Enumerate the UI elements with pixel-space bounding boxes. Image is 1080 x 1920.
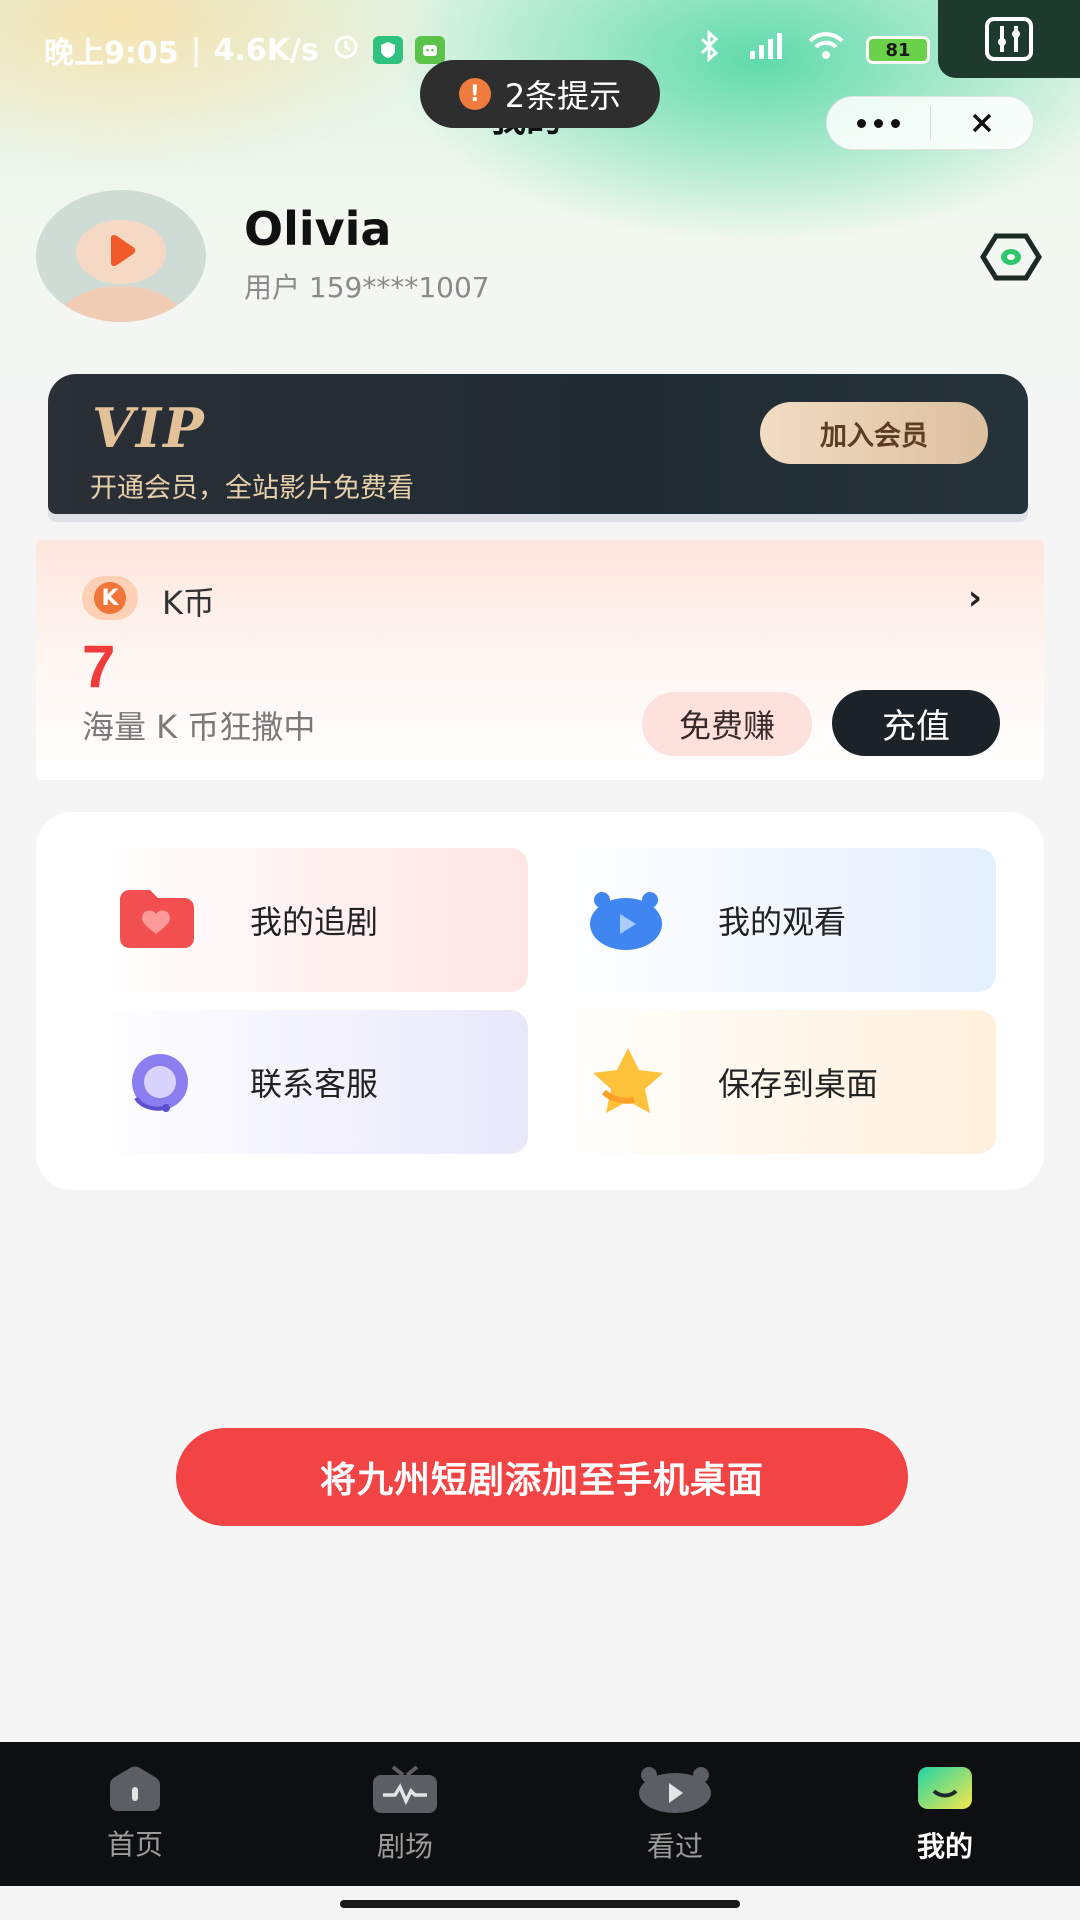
feature-save-desktop[interactable]: 保存到桌面 <box>550 1010 996 1154</box>
battery-indicator: 81 <box>866 36 930 64</box>
more-dots-icon <box>856 118 900 128</box>
username: Olivia <box>244 202 392 256</box>
star-icon <box>593 1048 663 1113</box>
toast-text: 2条提示 <box>504 77 622 115</box>
heart-folder-icon <box>120 890 194 948</box>
nav-item-theater[interactable]: 剧场 <box>270 1742 540 1886</box>
feature-my-following[interactable]: 我的追剧 <box>82 848 528 992</box>
kcoin-description: 海量 K 币狂撒中 <box>82 708 316 746</box>
user-id: 用户 159****1007 <box>244 271 490 304</box>
wifi-icon <box>806 31 846 69</box>
nav-item-mine[interactable]: 我的 <box>810 1742 1080 1886</box>
vip-logo: VIP <box>92 396 206 460</box>
kcoin-balance: 7 <box>82 633 116 700</box>
nav-item-history[interactable]: 看过 <box>540 1742 810 1886</box>
nav-label: 剧场 <box>376 1830 433 1863</box>
vip-card[interactable]: VIP 开通会员，全站影片免费看 加入会员 <box>48 374 1028 514</box>
headset-icon <box>132 1054 188 1112</box>
feature-label: 我的观看 <box>718 903 847 941</box>
kcoin-label: K币 <box>162 584 215 622</box>
avatar[interactable] <box>36 190 206 322</box>
status-time: 晚上9:05 <box>44 36 179 71</box>
avatar-body <box>58 286 184 322</box>
feature-label: 联系客服 <box>250 1065 379 1103</box>
chevron-right-icon[interactable]: › <box>968 578 982 618</box>
feature-panel: 我的追剧 我的观看 联系客服 保存到桌面 <box>36 812 1044 1190</box>
shield-app-icon <box>372 36 403 64</box>
feature-label: 我的追剧 <box>250 903 379 941</box>
miniprogram-capsule <box>826 96 1034 150</box>
history-icon <box>639 1767 711 1813</box>
avatar-head <box>76 220 166 284</box>
vip-description: 开通会员，全站影片免费看 <box>90 473 414 504</box>
status-right: 81 <box>698 29 930 70</box>
home-icon <box>110 1766 160 1811</box>
warning-icon: ! <box>458 78 491 110</box>
feature-my-watching[interactable]: 我的观看 <box>550 848 996 992</box>
tv-icon <box>373 1765 437 1813</box>
nav-label: 我的 <box>916 1830 973 1863</box>
earn-free-button[interactable]: 免费赚 <box>642 692 812 756</box>
join-vip-button[interactable]: 加入会员 <box>760 402 988 464</box>
floating-tool-button[interactable] <box>938 0 1080 78</box>
kcoin-card[interactable]: K K币 › 7 海量 K 币狂撒中 免费赚 充值 <box>36 540 1044 780</box>
nav-item-home[interactable]: 首页 <box>0 1742 270 1886</box>
notice-toast[interactable]: ! 2条提示 <box>420 60 660 128</box>
play-icon <box>111 234 136 267</box>
more-button[interactable] <box>827 97 930 149</box>
status-separator: | <box>190 32 202 68</box>
status-left: 晚上9:05 | 4.6K/s <box>44 28 445 72</box>
add-to-desktop-button[interactable]: 将九州短剧添加至手机桌面 <box>176 1428 908 1526</box>
kcoin-icon-letter: K <box>94 582 126 614</box>
cat-app-icon <box>414 36 445 64</box>
feature-customer-service[interactable]: 联系客服 <box>82 1010 528 1154</box>
signal-icon <box>742 31 786 69</box>
home-indicator[interactable] <box>340 1900 740 1908</box>
close-button[interactable] <box>931 97 1034 149</box>
recharge-button[interactable]: 充值 <box>832 690 1000 756</box>
feature-label: 保存到桌面 <box>718 1065 879 1103</box>
nav-label: 看过 <box>646 1830 703 1863</box>
sliders-icon <box>985 17 1033 61</box>
alarm-icon <box>331 31 361 69</box>
close-icon <box>972 113 991 133</box>
bottom-nav: 首页 剧场 看过 我的 <box>0 1742 1080 1886</box>
kcoin-icon: K <box>82 576 138 620</box>
nav-label: 首页 <box>106 1828 163 1861</box>
bluetooth-icon <box>698 29 722 70</box>
settings-button[interactable] <box>980 232 1042 286</box>
profile-icon <box>918 1767 972 1809</box>
settings-hex-icon <box>980 233 1042 281</box>
status-speed: 4.6K/s <box>213 32 319 68</box>
watch-history-icon <box>590 892 662 950</box>
